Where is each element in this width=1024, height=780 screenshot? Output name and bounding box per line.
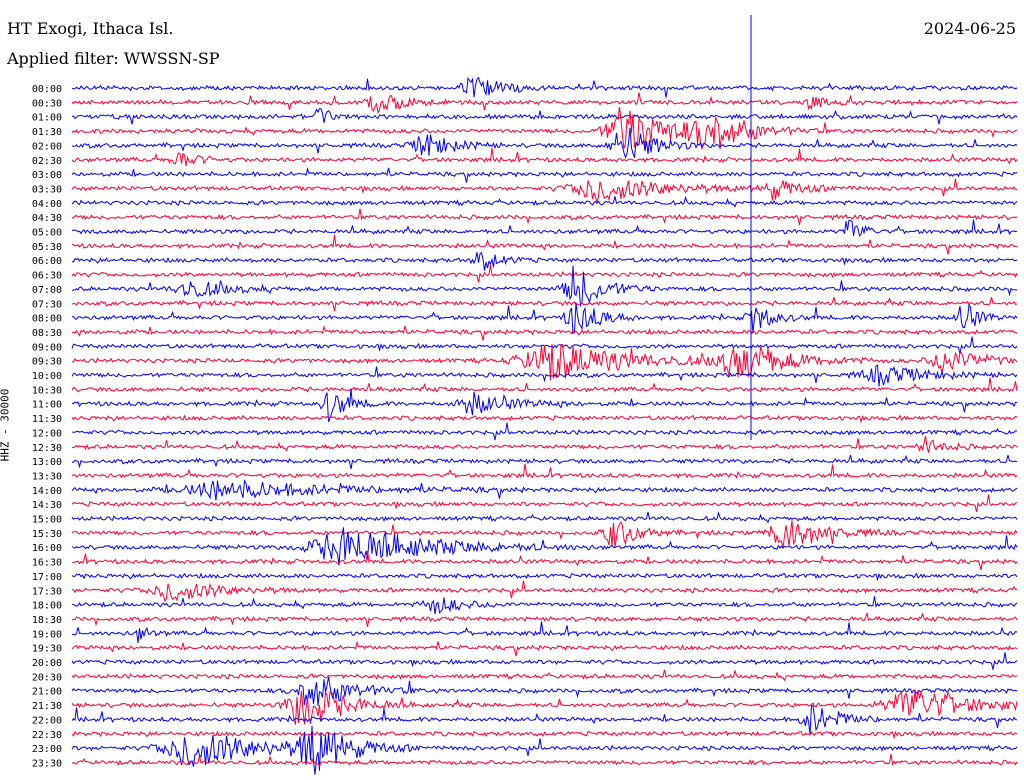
trace-line <box>71 652 1018 670</box>
row-time-label: 16:00 <box>32 543 62 554</box>
trace-line <box>71 264 1018 283</box>
trace-line <box>71 414 1018 424</box>
trace-line <box>71 167 1018 183</box>
row-time-label: 16:30 <box>32 558 62 569</box>
row-time-label: 17:00 <box>32 572 62 583</box>
trace-line <box>71 511 1018 524</box>
row-time-label: 14:30 <box>32 500 62 511</box>
row-time-label: 17:30 <box>32 586 62 597</box>
trace-line <box>71 296 1018 312</box>
trace-line <box>71 422 1018 441</box>
row-time-label: 23:30 <box>32 758 62 769</box>
row-time-label: 14:00 <box>32 486 62 497</box>
row-time-label: 15:30 <box>32 529 62 540</box>
row-time-label: 12:30 <box>32 443 62 454</box>
trace-line <box>71 302 1018 335</box>
trace-line <box>71 147 1018 166</box>
row-time-label: 00:00 <box>32 84 62 95</box>
row-time-label: 01:30 <box>32 127 62 138</box>
row-time-label: 05:30 <box>32 242 62 253</box>
row-time-label: 07:00 <box>32 285 62 296</box>
trace-line <box>71 265 1017 308</box>
row-time-label: 09:00 <box>32 342 62 353</box>
row-time-label: 22:30 <box>32 730 62 741</box>
row-time-label: 20:00 <box>32 658 62 669</box>
row-time-label: 13:30 <box>32 471 62 482</box>
row-time-label: 04:30 <box>32 213 62 224</box>
trace-line <box>71 669 1018 682</box>
row-time-label: 02:30 <box>32 156 62 167</box>
row-time-label: 02:00 <box>32 141 62 152</box>
trace-line <box>71 251 1018 271</box>
trace-line <box>71 704 1018 735</box>
trace-line <box>72 454 1018 470</box>
trace-line <box>71 127 1018 160</box>
trace-line <box>71 178 1018 204</box>
trace-line <box>71 463 1018 479</box>
trace-line <box>71 520 1018 549</box>
row-time-label: 18:30 <box>32 615 62 626</box>
row-time-label: 21:00 <box>32 687 62 698</box>
row-time-label: 08:30 <box>32 328 62 339</box>
trace-line <box>71 612 1018 628</box>
row-time-label: 10:30 <box>32 385 62 396</box>
trace-line <box>71 92 1018 115</box>
trace-line <box>71 753 1018 768</box>
row-time-label: 00:30 <box>32 98 62 109</box>
trace-line <box>71 572 1018 582</box>
trace-line <box>71 324 1018 341</box>
row-time-label: 18:00 <box>32 601 62 612</box>
trace-line <box>71 195 1018 208</box>
trace-line <box>71 640 1018 657</box>
row-time-label: 09:30 <box>32 357 62 368</box>
row-time-label: 06:00 <box>32 256 62 267</box>
trace-line <box>71 676 1018 706</box>
trace-line <box>71 108 1018 125</box>
trace-line <box>71 621 1018 643</box>
row-time-label: 19:30 <box>32 644 62 655</box>
row-time-label: 23:00 <box>32 744 62 755</box>
row-time-label: 21:30 <box>32 701 62 712</box>
row-time-label: 01:00 <box>32 113 62 124</box>
trace-line <box>71 364 1018 387</box>
row-time-label: 03:00 <box>32 170 62 181</box>
row-time-label: 15:00 <box>32 515 62 526</box>
row-time-label: 05:00 <box>32 228 62 239</box>
trace-line <box>71 219 1018 237</box>
trace-line <box>71 435 1018 453</box>
trace-line <box>71 76 1018 98</box>
row-time-label: 08:00 <box>32 314 62 325</box>
trace-line <box>71 550 1018 571</box>
row-time-label: 20:30 <box>32 672 62 683</box>
row-time-label: 07:30 <box>32 299 62 310</box>
row-time-label: 19:00 <box>32 629 62 640</box>
trace-line <box>71 234 1018 255</box>
trace-line <box>71 208 1018 226</box>
row-time-label: 06:30 <box>32 271 62 282</box>
row-time-label: 13:00 <box>32 457 62 468</box>
helicorder-plot: 00:00 00:30 01:00 01:30 02:00 02:30 03:00 03:30… <box>32 15 1018 775</box>
row-time-label: 22:00 <box>32 715 62 726</box>
trace-line <box>71 494 1018 513</box>
row-time-label: 04:00 <box>32 199 62 210</box>
row-time-label: 12:00 <box>32 428 62 439</box>
row-time-label: 03:30 <box>32 184 62 195</box>
trace-line <box>71 596 1018 615</box>
row-time-label: 11:00 <box>32 400 62 411</box>
trace-line <box>71 730 1018 740</box>
row-time-label: 11:30 <box>32 414 62 425</box>
trace-line <box>71 107 1018 151</box>
row-time-label: 10:00 <box>32 371 62 382</box>
trace-line <box>71 479 1018 501</box>
